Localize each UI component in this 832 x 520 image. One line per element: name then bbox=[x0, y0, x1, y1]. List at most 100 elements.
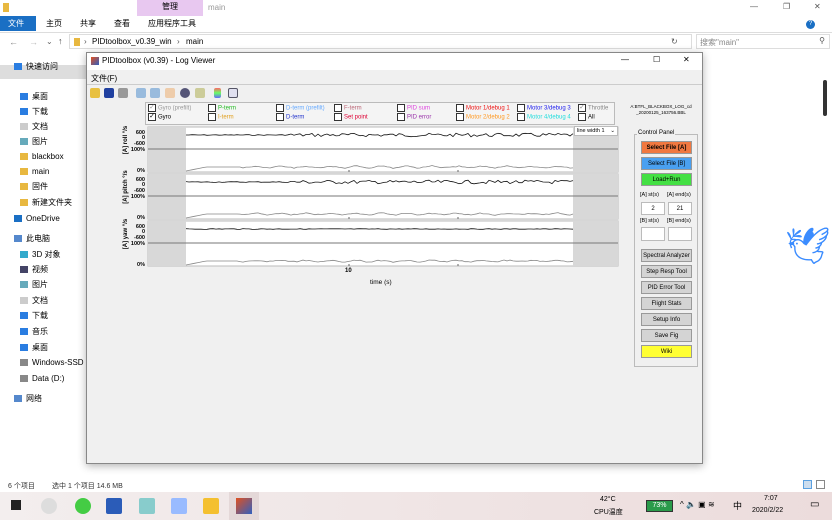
sidebar-item[interactable]: 下载 bbox=[20, 105, 48, 119]
wiki-button[interactable]: Wiki bbox=[641, 345, 692, 358]
flight-stats-button[interactable]: Flight Stats bbox=[641, 297, 692, 310]
b-end-input[interactable] bbox=[668, 227, 692, 241]
save-fig-button[interactable]: Save Fig bbox=[641, 329, 692, 342]
b-start-input[interactable] bbox=[641, 227, 665, 241]
breadcrumb-item[interactable]: main bbox=[186, 37, 203, 46]
throttle-tick-label: 100% bbox=[131, 147, 145, 153]
sidebar-item[interactable]: 图片 bbox=[20, 135, 48, 149]
manage-tab[interactable]: 管理 bbox=[137, 0, 203, 16]
sidebar-item[interactable]: Windows-SSD bbox=[20, 356, 84, 370]
checkbox-box[interactable] bbox=[276, 104, 284, 112]
sidebar-item[interactable]: 文档 bbox=[20, 294, 48, 308]
sidebar-item[interactable]: Data (D:) bbox=[20, 372, 64, 386]
maximize-button[interactable]: ❐ bbox=[783, 2, 790, 11]
rotate-icon[interactable] bbox=[180, 88, 190, 98]
sidebar-item[interactable]: blackbox bbox=[20, 150, 64, 164]
sidebar-item[interactable]: 文档 bbox=[20, 120, 48, 134]
clock-time[interactable]: 7:07 bbox=[764, 495, 778, 502]
sidebar-item[interactable]: 新建文件夹 bbox=[20, 196, 72, 210]
pid-error-tool-button[interactable]: PID Error Tool bbox=[641, 281, 692, 294]
tray-icons[interactable]: ^ 🔈 ▣ ≋ bbox=[680, 500, 715, 509]
legend-icon[interactable] bbox=[228, 88, 238, 98]
scrollbar[interactable] bbox=[823, 80, 827, 116]
forward-button[interactable]: → bbox=[29, 37, 38, 47]
a-end-input[interactable]: 21 bbox=[668, 202, 692, 215]
a-start-input[interactable]: 2 bbox=[641, 202, 665, 215]
colorbar-icon[interactable] bbox=[214, 88, 221, 98]
ribbon-tab-share[interactable]: 共享 bbox=[72, 16, 104, 31]
help-icon[interactable]: ? bbox=[806, 20, 815, 29]
sidebar-item[interactable]: 此电脑 bbox=[14, 232, 50, 246]
line-width-select[interactable]: line width 1 ⌄ bbox=[574, 126, 618, 136]
app-close-button[interactable]: ✕ bbox=[683, 55, 690, 64]
sidebar-item[interactable]: 桌面 bbox=[20, 341, 48, 355]
recent-dropdown[interactable]: ⌄ bbox=[46, 37, 53, 46]
checkbox-label: F-term bbox=[344, 105, 362, 112]
search-input[interactable]: 搜索"main" ⚲ bbox=[696, 34, 830, 49]
checkbox-box[interactable] bbox=[334, 104, 342, 112]
sidebar-item[interactable]: 视频 bbox=[20, 263, 48, 277]
details-view-button[interactable] bbox=[803, 480, 812, 489]
step-resp-tool-button[interactable]: Step Resp Tool bbox=[641, 265, 692, 278]
checkbox-box[interactable]: ✓ bbox=[578, 104, 586, 112]
clock-date[interactable]: 2020/2/22 bbox=[752, 507, 783, 514]
app-minimize-button[interactable]: — bbox=[621, 55, 629, 64]
menu-file[interactable]: 文件(F) bbox=[91, 73, 117, 84]
checkbox-box[interactable] bbox=[456, 104, 464, 112]
matlab-taskbar-active[interactable] bbox=[229, 492, 259, 520]
app-maximize-button[interactable]: ☐ bbox=[653, 55, 660, 64]
pan-icon[interactable] bbox=[165, 88, 175, 98]
sidebar-item[interactable]: 音乐 bbox=[20, 325, 48, 339]
plot-area[interactable]: 6000-600100%0%[A] roll °/s6000-600100%0%… bbox=[86, 120, 621, 290]
browser-icon[interactable] bbox=[75, 498, 91, 514]
checkbox-box[interactable] bbox=[397, 104, 405, 112]
tiles-view-button[interactable] bbox=[816, 480, 825, 489]
back-button[interactable]: ← bbox=[9, 37, 18, 47]
data-cursor-icon[interactable] bbox=[195, 88, 205, 98]
zoom-out-icon[interactable] bbox=[150, 88, 160, 98]
b-end-label: [B] end(s) bbox=[667, 218, 691, 224]
ribbon-tab-view[interactable]: 查看 bbox=[106, 16, 138, 31]
sidebar-item[interactable]: OneDrive bbox=[14, 212, 60, 226]
select-file-b-button[interactable]: Select File [B] bbox=[641, 157, 692, 170]
checkbox-box[interactable]: ✓ bbox=[148, 104, 156, 112]
folder-icon bbox=[20, 199, 28, 207]
pictures-icon bbox=[20, 138, 28, 146]
sidebar-item[interactable]: 固件 bbox=[20, 180, 48, 194]
battery-indicator[interactable]: 73% bbox=[646, 500, 673, 512]
sidebar-item[interactable]: 网络 bbox=[14, 392, 42, 406]
load-run-button[interactable]: Load+Run bbox=[641, 173, 692, 186]
setup-info-button[interactable]: Setup Info bbox=[641, 313, 692, 326]
notification-icon[interactable]: ▭ bbox=[810, 499, 819, 510]
save-icon[interactable] bbox=[104, 88, 114, 98]
bird-app-icon[interactable] bbox=[171, 498, 187, 514]
up-button[interactable]: ↑ bbox=[58, 36, 63, 46]
open-icon[interactable] bbox=[90, 88, 100, 98]
checkbox-box[interactable] bbox=[208, 104, 216, 112]
ribbon-tab-file[interactable]: 文件 bbox=[0, 16, 36, 31]
breadcrumb-item[interactable]: PIDtoolbox_v0.39_win bbox=[92, 37, 172, 46]
file-explorer-icon[interactable] bbox=[203, 498, 219, 514]
sidebar-item[interactable]: 快速访问 bbox=[14, 60, 58, 74]
ime-indicator[interactable]: 中 bbox=[733, 499, 742, 512]
sidebar-item[interactable]: 桌面 bbox=[20, 90, 48, 104]
notepad-icon[interactable] bbox=[139, 498, 155, 514]
start-button[interactable] bbox=[11, 500, 21, 510]
spectral-analyzer-button[interactable]: Spectral Analyzer bbox=[641, 249, 692, 262]
close-button[interactable]: ✕ bbox=[814, 2, 821, 11]
sidebar-item[interactable]: 下载 bbox=[20, 309, 48, 323]
checkbox-box[interactable] bbox=[517, 104, 525, 112]
select-file-a-button[interactable]: Select File [A] bbox=[641, 141, 692, 154]
sidebar-item[interactable]: 图片 bbox=[20, 278, 48, 292]
sidebar-item[interactable]: main bbox=[20, 165, 49, 179]
address-bar[interactable]: › PIDtoolbox_v0.39_win › main ↻ bbox=[69, 34, 692, 49]
refresh-icon[interactable]: ↻ bbox=[671, 37, 678, 46]
ribbon-tab-app-tools[interactable]: 应用程序工具 bbox=[140, 16, 204, 31]
minimize-button[interactable]: — bbox=[750, 2, 758, 11]
sidebar-item[interactable]: 3D 对象 bbox=[20, 248, 60, 262]
ribbon-tab-home[interactable]: 主页 bbox=[38, 16, 70, 31]
zoom-in-icon[interactable] bbox=[136, 88, 146, 98]
app-icon[interactable] bbox=[41, 498, 57, 514]
print-icon[interactable] bbox=[118, 88, 128, 98]
word-icon[interactable] bbox=[106, 498, 122, 514]
